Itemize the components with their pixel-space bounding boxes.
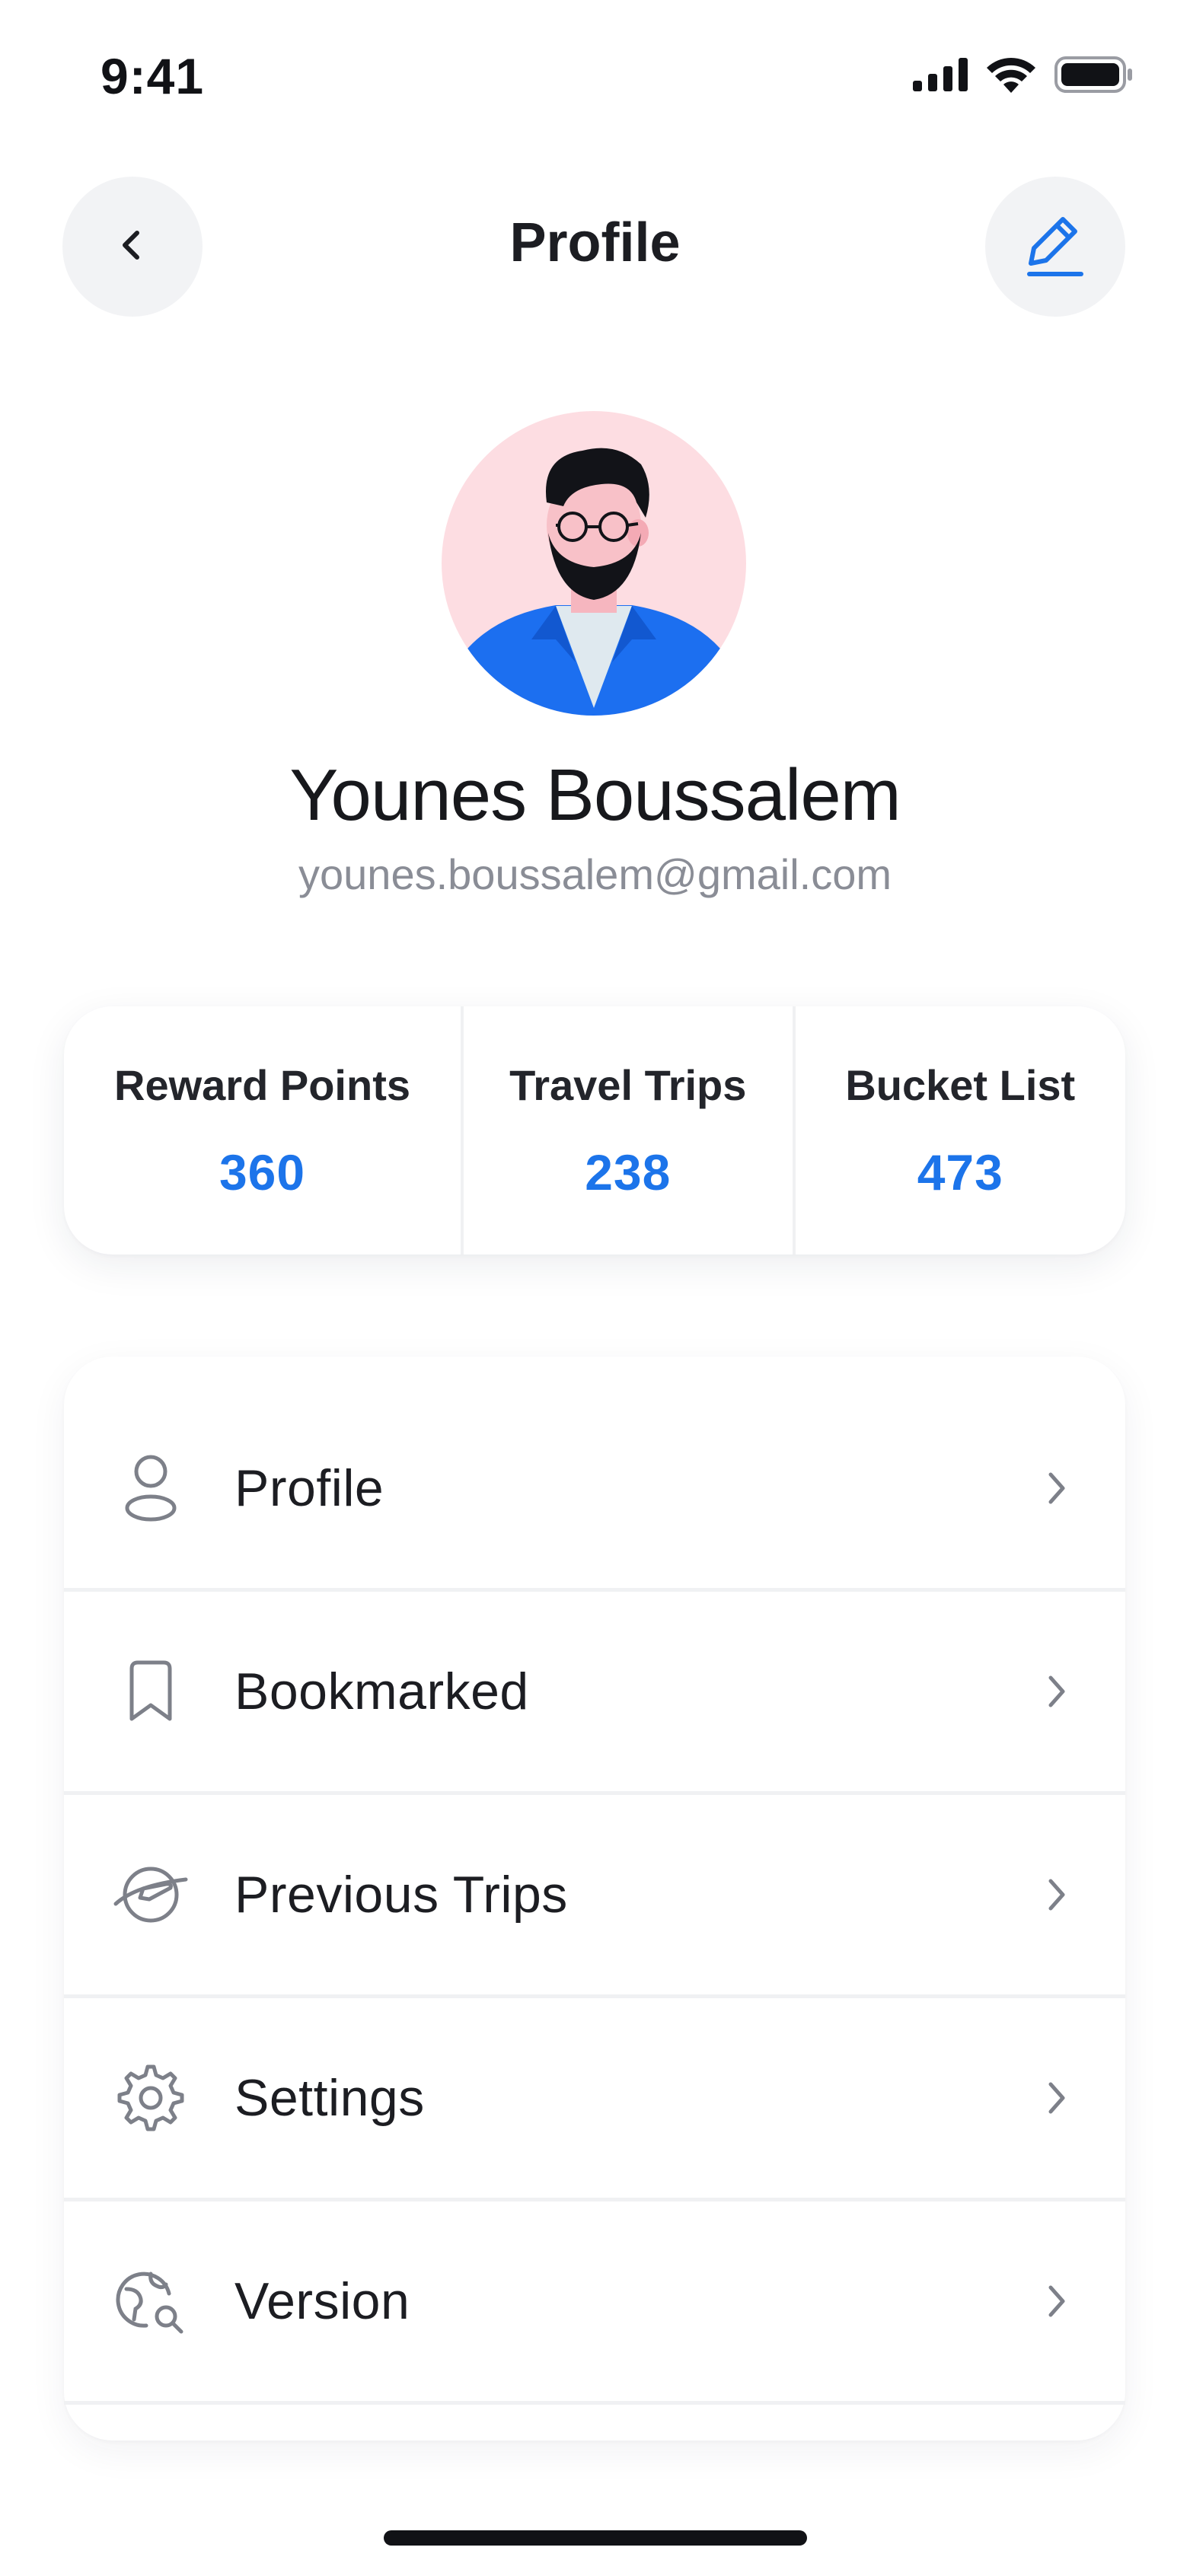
menu-item-label: Previous Trips	[234, 1866, 568, 1924]
stat-reward-points[interactable]: Reward Points 360	[64, 1006, 461, 1255]
pencil-edit-icon	[1019, 209, 1092, 285]
chevron-right-icon	[1034, 1465, 1080, 1511]
gear-icon	[113, 2060, 189, 2136]
menu-item-label: Version	[234, 2272, 410, 2330]
chevron-right-icon	[1034, 1872, 1080, 1918]
avatar[interactable]	[442, 411, 746, 716]
stat-value: 360	[219, 1143, 306, 1200]
menu-item-label: Settings	[234, 2069, 425, 2127]
plane-globe-icon	[113, 1857, 189, 1933]
menu-card: Profile Bookmarked Previous Trips Settin…	[64, 1357, 1125, 2441]
globe-search-icon	[113, 2263, 189, 2339]
status-time: 9:41	[100, 48, 205, 104]
wifi-icon	[986, 56, 1036, 97]
stat-label: Reward Points	[114, 1060, 410, 1109]
user-name: Younes Boussalem	[289, 754, 901, 836]
stat-value: 473	[917, 1143, 1003, 1200]
chevron-right-icon	[1034, 2075, 1080, 2121]
menu-item-label: Profile	[234, 1459, 384, 1517]
user-icon	[113, 1450, 189, 1526]
menu-item-version[interactable]: Version	[64, 2201, 1125, 2405]
stat-label: Bucket List	[845, 1060, 1076, 1109]
menu-item-label: Bookmarked	[234, 1663, 529, 1720]
menu-item-profile[interactable]: Profile	[64, 1388, 1125, 1592]
chevron-right-icon	[1034, 2278, 1080, 2324]
bookmark-icon	[113, 1653, 189, 1730]
cellular-signal-icon	[913, 58, 968, 95]
stat-bucket-list[interactable]: Bucket List 473	[792, 1006, 1126, 1255]
chevron-right-icon	[1034, 1669, 1080, 1714]
stat-travel-trips[interactable]: Travel Trips 238	[461, 1006, 793, 1255]
menu-item-bookmarked[interactable]: Bookmarked	[64, 1592, 1125, 1795]
battery-icon	[1054, 56, 1134, 97]
home-indicator[interactable]	[384, 2530, 807, 2546]
menu-item-previous-trips[interactable]: Previous Trips	[64, 1795, 1125, 1998]
user-email: younes.boussalem@gmail.com	[298, 850, 892, 898]
stats-card: Reward Points 360 Travel Trips 238 Bucke…	[64, 1006, 1125, 1255]
edit-profile-button[interactable]	[985, 177, 1125, 317]
status-icons	[913, 56, 1134, 97]
stat-label: Travel Trips	[509, 1060, 747, 1109]
stat-value: 238	[585, 1143, 672, 1200]
menu-item-settings[interactable]: Settings	[64, 1998, 1125, 2201]
